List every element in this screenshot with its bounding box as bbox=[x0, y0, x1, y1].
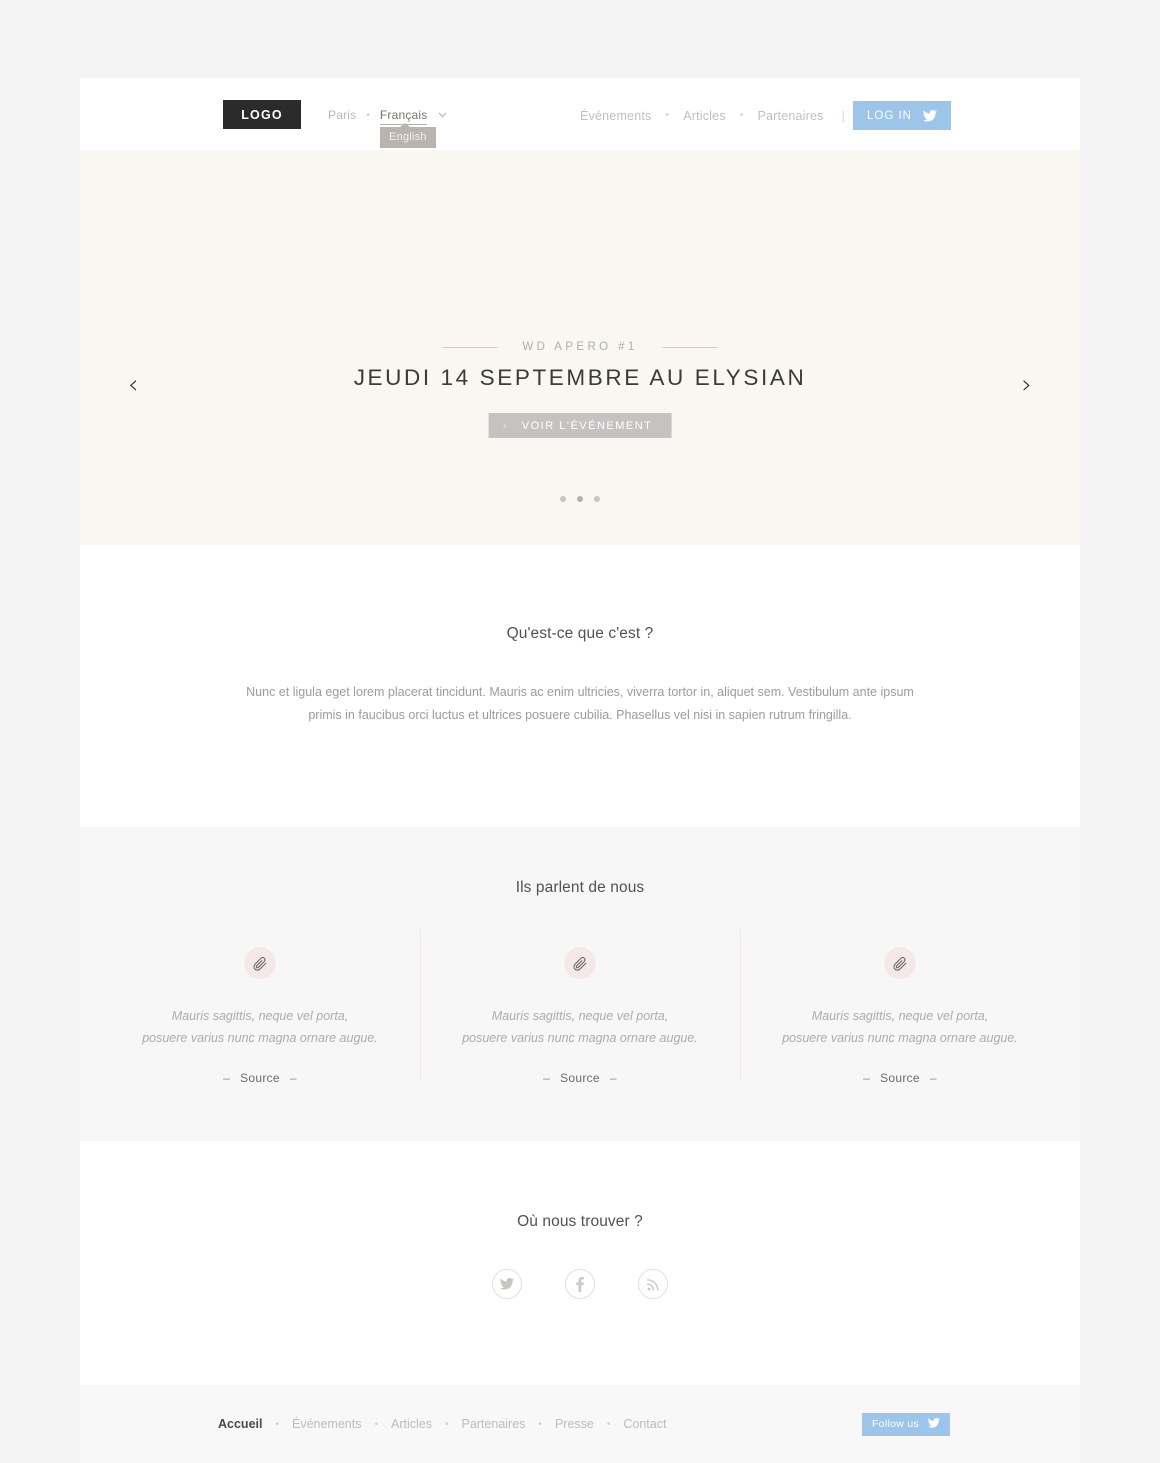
login-button[interactable]: LOG IN bbox=[853, 101, 951, 130]
footer-link-contact[interactable]: Contact bbox=[623, 1417, 666, 1431]
about-section: Qu'est-ce que c'est ? Nunc et ligula ege… bbox=[80, 545, 1080, 827]
source-dash-right: – bbox=[929, 1071, 937, 1085]
press-quote-line1: Mauris sagittis, neque vel porta, bbox=[491, 1009, 669, 1023]
press-card: Mauris sagittis, neque vel porta, posuer… bbox=[740, 929, 1060, 1085]
social-link-facebook[interactable] bbox=[565, 1269, 595, 1299]
nav-divider: | bbox=[841, 108, 846, 123]
footer-link-presse[interactable]: Presse bbox=[555, 1417, 594, 1431]
press-section: Ils parlent de nous Mauris sagittis, neq… bbox=[80, 827, 1080, 1141]
press-quote: Mauris sagittis, neque vel porta, posuer… bbox=[120, 1005, 400, 1049]
social-link-rss[interactable] bbox=[638, 1269, 668, 1299]
facebook-glyph bbox=[576, 1276, 584, 1292]
footer-dot: • bbox=[374, 1418, 378, 1430]
slider-pagination bbox=[80, 496, 1080, 502]
about-body: Nunc et ligula eget lorem placerat tinci… bbox=[246, 685, 914, 722]
footer-link-accueil[interactable]: Accueil bbox=[218, 1417, 262, 1431]
slider-dot-3[interactable] bbox=[594, 496, 600, 502]
paperclip-glyph bbox=[573, 956, 586, 971]
twitter-glyph bbox=[922, 109, 937, 122]
press-card: Mauris sagittis, neque vel porta, posuer… bbox=[420, 929, 740, 1085]
source-dash-right: – bbox=[609, 1071, 617, 1085]
follow-us-button[interactable]: Follow us bbox=[862, 1412, 950, 1436]
social-title: Où nous trouver ? bbox=[517, 1213, 643, 1230]
paperclip-glyph bbox=[893, 956, 906, 971]
footer-dot: • bbox=[444, 1418, 449, 1430]
locale-separator: • bbox=[366, 109, 370, 121]
footer-nav: Accueil • Événements • Articles • Parten… bbox=[218, 1417, 666, 1431]
footer-dot: • bbox=[606, 1418, 611, 1430]
chevron-right-icon: › bbox=[502, 419, 508, 432]
twitter-glyph bbox=[928, 1417, 941, 1428]
hero-slider: ‹ › WD APERO #1 JEUDI 14 SEPTEMBRE AU EL… bbox=[80, 150, 1080, 545]
logo[interactable]: LOGO bbox=[223, 100, 301, 129]
press-source: – Source – bbox=[440, 1071, 720, 1085]
press-source: – Source – bbox=[760, 1071, 1040, 1085]
nav-dot: • bbox=[665, 110, 670, 121]
social-links bbox=[80, 1269, 1080, 1299]
press-quote-line2: posuere varius nunc magna ornare augue. bbox=[142, 1031, 378, 1045]
site-footer: Accueil • Événements • Articles • Parten… bbox=[80, 1385, 1080, 1463]
press-quote-line1: Mauris sagittis, neque vel porta, bbox=[171, 1009, 349, 1023]
social-link-twitter[interactable] bbox=[492, 1269, 522, 1299]
paperclip-icon bbox=[564, 947, 596, 979]
language-dropdown-option-english[interactable]: English bbox=[379, 123, 436, 148]
twitter-glyph bbox=[500, 1278, 514, 1290]
footer-link-partenaires[interactable]: Partenaires bbox=[461, 1417, 525, 1431]
eyebrow-rule-left bbox=[442, 346, 499, 348]
paperclip-icon bbox=[244, 947, 276, 979]
main-nav: Événements • Articles • Partenaires | bbox=[580, 108, 858, 123]
page-container: LOGO Paris • Français English Événements… bbox=[80, 78, 1080, 1463]
hero-eyebrow-text: WD APERO #1 bbox=[522, 341, 638, 353]
press-quote-line2: posuere varius nunc magna ornare augue. bbox=[782, 1031, 1018, 1045]
facebook-icon bbox=[576, 1276, 584, 1292]
twitter-icon[interactable] bbox=[922, 109, 937, 122]
hero-cta-button[interactable]: › VOIR L'ÉVÉNEMENT bbox=[488, 413, 672, 438]
press-title: Ils parlent de nous bbox=[515, 879, 645, 896]
site-header: LOGO Paris • Français English Événements… bbox=[80, 78, 1080, 150]
nav-item-articles[interactable]: Articles bbox=[683, 109, 726, 123]
press-card-list: Mauris sagittis, neque vel porta, posuer… bbox=[100, 929, 1060, 1085]
footer-dot: • bbox=[275, 1418, 279, 1430]
city-label[interactable]: Paris bbox=[328, 108, 356, 122]
rss-glyph bbox=[646, 1278, 658, 1291]
press-quote: Mauris sagittis, neque vel porta, posuer… bbox=[440, 1005, 720, 1049]
press-source-label[interactable]: Source bbox=[560, 1071, 600, 1085]
nav-item-partenaires[interactable]: Partenaires bbox=[757, 109, 823, 123]
rss-icon bbox=[646, 1278, 660, 1291]
press-source: – Source – bbox=[120, 1071, 400, 1085]
chevron-down-icon[interactable] bbox=[438, 110, 447, 121]
about-title: Qu'est-ce que c'est ? bbox=[506, 625, 654, 642]
press-quote-line1: Mauris sagittis, neque vel porta, bbox=[811, 1009, 989, 1023]
follow-us-label: Follow us bbox=[871, 1418, 920, 1430]
hero-title: JEUDI 14 SEPTEMBRE AU ELYSIAN bbox=[353, 365, 807, 390]
footer-dot: • bbox=[538, 1418, 542, 1430]
paperclip-glyph bbox=[253, 956, 266, 971]
hero-cta-label: VOIR L'ÉVÉNEMENT bbox=[521, 419, 653, 432]
nav-dot: • bbox=[739, 110, 744, 121]
slider-dot-1[interactable] bbox=[560, 496, 566, 502]
nav-item-evenements[interactable]: Événements bbox=[580, 109, 651, 123]
language-selector[interactable]: Français English bbox=[379, 108, 447, 148]
twitter-icon bbox=[500, 1278, 514, 1290]
source-dash-left: – bbox=[543, 1071, 551, 1085]
source-dash-left: – bbox=[863, 1071, 871, 1085]
paperclip-icon bbox=[884, 947, 916, 979]
press-quote: Mauris sagittis, neque vel porta, posuer… bbox=[760, 1005, 1040, 1049]
twitter-icon bbox=[928, 1417, 941, 1431]
hero-eyebrow: WD APERO #1 bbox=[80, 341, 1080, 353]
footer-link-evenements[interactable]: Événements bbox=[292, 1417, 361, 1431]
press-quote-line2: posuere varius nunc magna ornare augue. bbox=[462, 1031, 698, 1045]
chevron-down-glyph bbox=[438, 112, 447, 118]
press-source-label[interactable]: Source bbox=[240, 1071, 280, 1085]
press-source-label[interactable]: Source bbox=[880, 1071, 920, 1085]
source-dash-left: – bbox=[223, 1071, 231, 1085]
social-section: Où nous trouver ? bbox=[80, 1141, 1080, 1385]
slider-dot-2[interactable] bbox=[577, 496, 583, 502]
footer-link-articles[interactable]: Articles bbox=[391, 1417, 432, 1431]
locale-selector: Paris • Français English bbox=[328, 108, 447, 148]
eyebrow-rule-right bbox=[661, 346, 718, 348]
press-card: Mauris sagittis, neque vel porta, posuer… bbox=[100, 947, 420, 1085]
login-button-label: LOG IN bbox=[867, 109, 912, 122]
source-dash-right: – bbox=[289, 1071, 297, 1085]
